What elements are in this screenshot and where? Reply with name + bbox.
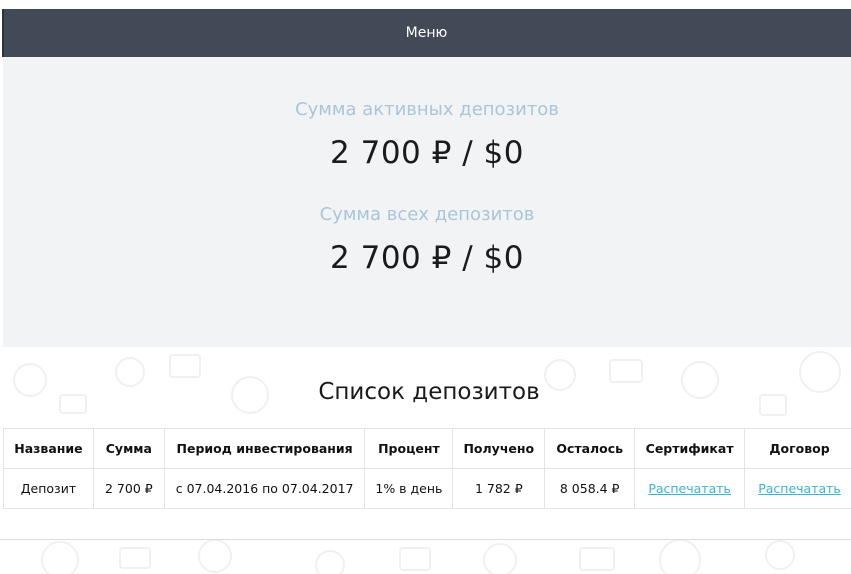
total-deposits-value: 2 700 ₽ / $0 bbox=[330, 240, 524, 276]
cell-amount: 2 700 ₽ bbox=[92, 468, 165, 509]
active-deposits-label: Сумма активных депозитов bbox=[295, 99, 559, 120]
active-deposits-value: 2 700 ₽ / $0 bbox=[330, 135, 524, 171]
cell-name: Депозит bbox=[3, 468, 94, 509]
cell-certificate: Распечатать bbox=[634, 468, 746, 509]
deposits-list-title: Список депозитов bbox=[318, 379, 540, 405]
column-header-contract: Договор bbox=[744, 428, 851, 469]
table-header-row: Название Сумма Период инвестирования Про… bbox=[3, 428, 851, 469]
column-header-certificate: Сертификат bbox=[634, 428, 746, 469]
cell-contract: Распечатать bbox=[744, 468, 851, 509]
cell-percent: 1% в день bbox=[364, 468, 454, 509]
cell-period: с 07.04.2016 по 07.04.2017 bbox=[163, 468, 366, 509]
deposit-summary-panel: Сумма активных депозитов 2 700 ₽ / $0 Су… bbox=[3, 57, 851, 347]
table-row: Депозит 2 700 ₽ с 07.04.2016 по 07.04.20… bbox=[3, 468, 851, 509]
column-header-period: Период инвестирования bbox=[163, 428, 366, 469]
column-header-name: Название bbox=[3, 428, 94, 469]
column-header-percent: Процент bbox=[364, 428, 454, 469]
cell-remaining: 8 058.4 ₽ bbox=[544, 468, 636, 509]
column-header-amount: Сумма bbox=[92, 428, 165, 469]
column-header-received: Получено bbox=[452, 428, 546, 469]
deposits-table: Название Сумма Период инвестирования Про… bbox=[3, 428, 851, 509]
print-contract-link[interactable]: Распечатать bbox=[758, 481, 841, 496]
menu-label: Меню bbox=[405, 25, 448, 41]
total-deposits-label: Сумма всех депозитов bbox=[319, 204, 535, 225]
print-certificate-link[interactable]: Распечатать bbox=[648, 481, 731, 496]
cell-received: 1 782 ₽ bbox=[452, 468, 546, 509]
divider bbox=[0, 539, 851, 540]
column-header-remaining: Осталось bbox=[544, 428, 636, 469]
menu-button[interactable]: Меню bbox=[2, 9, 851, 57]
